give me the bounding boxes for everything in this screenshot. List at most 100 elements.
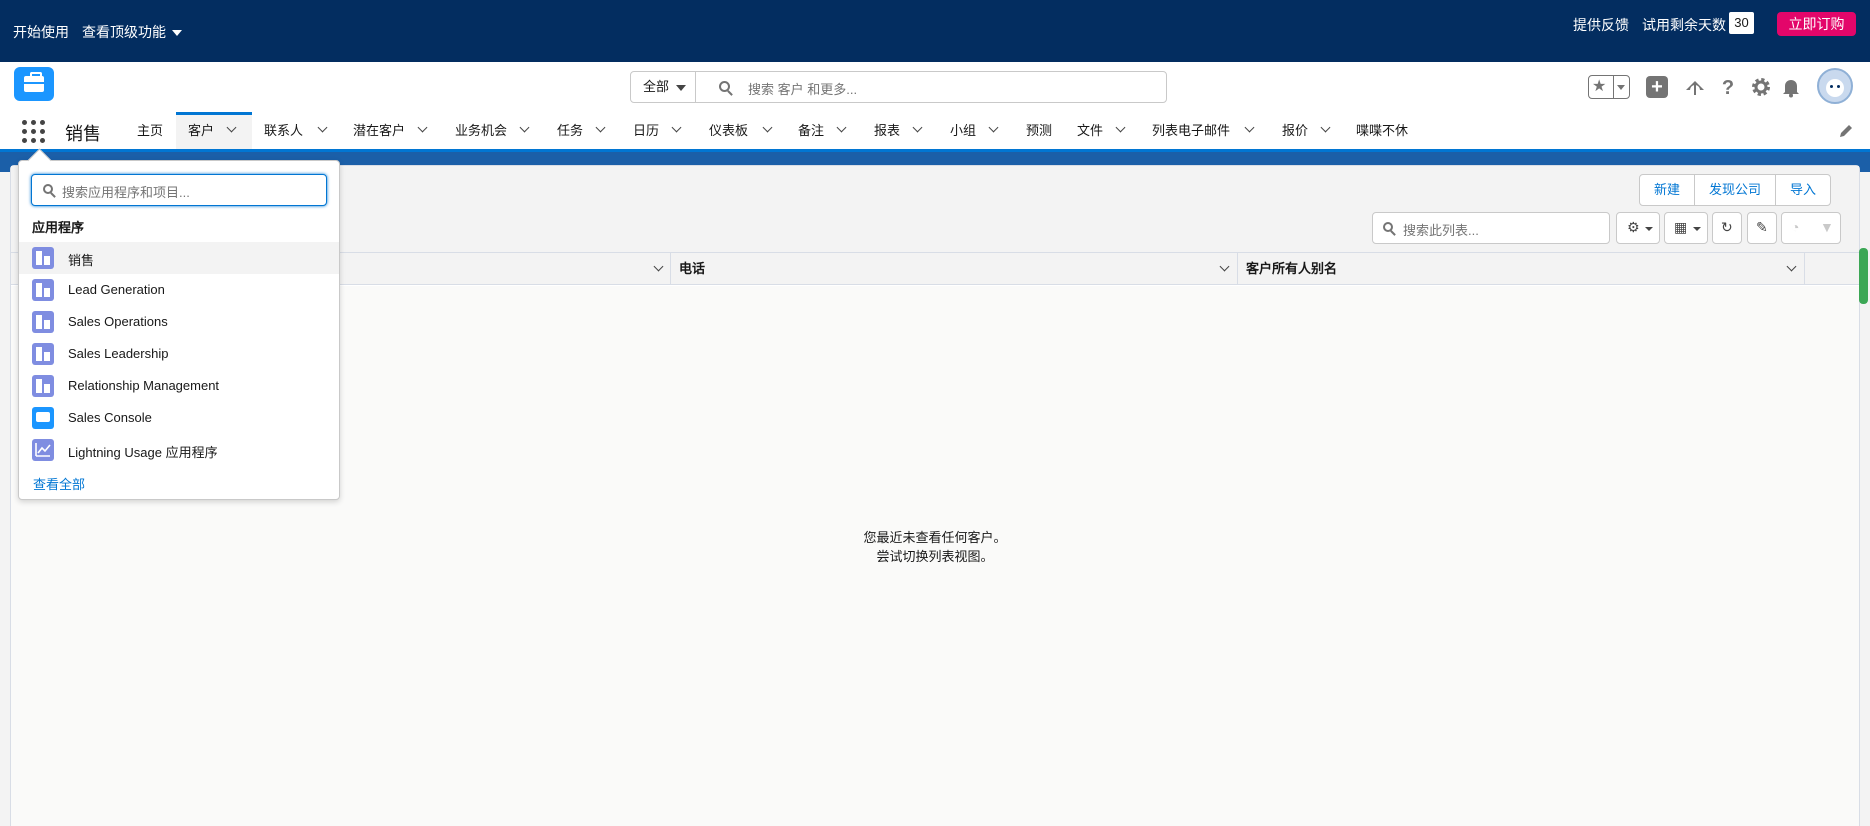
tile-shape — [44, 256, 50, 265]
app-tile-icon — [32, 247, 54, 269]
chevron-down-icon — [1617, 85, 1625, 90]
nav-item-home[interactable]: 主页 — [137, 112, 163, 149]
app-item-lead-generation[interactable]: Lead Generation — [19, 274, 339, 306]
nav-item-label: 备注 — [798, 123, 825, 138]
chevron-down-icon — [417, 122, 428, 133]
search-icon — [43, 184, 53, 194]
nav-item-label: 客户 — [188, 123, 215, 138]
list-settings-button[interactable]: ⚙ — [1616, 212, 1660, 244]
chevron-down-icon — [988, 122, 999, 133]
import-button[interactable]: 导入 — [1776, 175, 1830, 205]
app-launcher-grid-icon[interactable] — [22, 120, 46, 144]
nav-item-calendar[interactable]: 日历 — [633, 112, 685, 149]
chevron-down-icon — [595, 122, 606, 133]
chevron-down-icon — [1786, 261, 1797, 272]
nav-item-accounts[interactable]: 客户 — [176, 112, 252, 149]
app-launcher-search-input[interactable]: 搜索应用程序和项目... — [31, 174, 327, 206]
dot — [22, 129, 27, 134]
dot — [40, 138, 45, 143]
app-item-sales-operations[interactable]: Sales Operations — [19, 306, 339, 338]
app-item-label: Sales Console — [68, 410, 152, 425]
nav-item-label: 报价 — [1282, 123, 1309, 138]
favorites-button[interactable]: ★ — [1588, 75, 1630, 99]
app-item-label: Sales Leadership — [68, 346, 169, 361]
nav-item-forecasts[interactable]: 预测 — [1026, 112, 1052, 149]
app-item-lightning-usage[interactable]: Lightning Usage 应用程序 — [19, 434, 339, 466]
top-features-menu[interactable]: 查看顶级功能 — [82, 22, 182, 42]
global-actions-plus-icon[interactable]: + — [1646, 76, 1668, 98]
chevron-down-icon — [653, 261, 664, 272]
app-item-sales-console[interactable]: Sales Console — [19, 402, 339, 434]
column-header-label: 电话 — [679, 261, 706, 276]
user-avatar[interactable] — [1817, 68, 1853, 104]
list-search-input[interactable]: 搜索此列表... — [1372, 212, 1610, 244]
app-tile-icon — [32, 439, 54, 461]
refresh-icon: ↻ — [1721, 219, 1733, 235]
app-item-sales[interactable]: 销售 — [19, 242, 339, 274]
nav-item-label: 小组 — [950, 123, 977, 138]
discover-companies-button[interactable]: 发现公司 — [1695, 175, 1777, 205]
nav-item-leads[interactable]: 潜在客户 — [353, 112, 431, 149]
nav-item-notes[interactable]: 备注 — [798, 112, 850, 149]
scrollbar-thumb[interactable] — [1859, 248, 1868, 304]
nav-item-list-emails[interactable]: 列表电子邮件 — [1152, 112, 1256, 149]
chevron-down-icon — [1115, 122, 1126, 133]
dot — [22, 120, 27, 125]
chevron-down-icon — [836, 122, 847, 133]
nav-item-contacts[interactable]: 联系人 — [264, 112, 330, 149]
empty-state-message: 您最近未查看任何客户。 尝试切换列表视图。 — [11, 528, 1859, 566]
app-tile-icon — [32, 279, 54, 301]
trailhead-icon[interactable] — [1683, 75, 1707, 99]
display-as-button[interactable]: ▦ — [1664, 212, 1708, 244]
get-started-link[interactable]: 开始使用 — [13, 22, 69, 42]
chevron-down-icon — [762, 122, 773, 133]
nav-item-quotes[interactable]: 报价 — [1282, 112, 1334, 149]
column-header-label: 客户所有人别名 — [1246, 261, 1338, 276]
nav-item-label: 日历 — [633, 123, 660, 138]
tile-shape — [36, 283, 42, 297]
nav-item-tasks[interactable]: 任务 — [557, 112, 609, 149]
global-search-input[interactable]: 搜索 客户 和更多... — [695, 71, 1167, 103]
app-tile-icon — [32, 407, 54, 429]
global-search-placeholder: 搜索 客户 和更多... — [748, 82, 858, 97]
column-header-phone[interactable]: 电话 — [671, 253, 1238, 285]
empty-state-line-2: 尝试切换列表视图。 — [876, 549, 994, 564]
app-name: 销售 — [65, 124, 101, 144]
nav-item-chatter[interactable]: 喋喋不休 — [1356, 112, 1408, 149]
view-all-link[interactable]: 查看全部 — [33, 474, 85, 493]
edit-list-button[interactable]: ✎ — [1747, 212, 1777, 244]
app-item-label: 销售 — [68, 253, 95, 268]
nav-item-files[interactable]: 文件 — [1077, 112, 1129, 149]
feedback-link[interactable]: 提供反馈 — [1573, 15, 1629, 35]
list-action-buttons: 新建 发现公司 导入 — [1639, 174, 1832, 206]
nav-item-groups[interactable]: 小组 — [950, 112, 1002, 149]
nav-item-reports[interactable]: 报表 — [874, 112, 926, 149]
refresh-button[interactable]: ↻ — [1712, 212, 1742, 244]
nav-item-label: 业务机会 — [455, 123, 508, 138]
new-button[interactable]: 新建 — [1640, 175, 1696, 205]
app-item-sales-leadership[interactable]: Sales Leadership — [19, 338, 339, 370]
nav-item-label: 喋喋不休 — [1356, 123, 1409, 138]
column-header-owner-alias[interactable]: 客户所有人别名 — [1238, 253, 1805, 285]
trial-days-label: 试用剩余天数 — [1642, 17, 1726, 33]
help-icon[interactable]: ? — [1716, 75, 1740, 99]
edit-nav-pencil-icon[interactable] — [1838, 123, 1854, 139]
star-icon: ★ — [1592, 78, 1607, 95]
dot — [31, 129, 36, 134]
nav-item-label: 联系人 — [264, 123, 304, 138]
buy-now-button[interactable]: 立即订购 — [1777, 12, 1856, 36]
nav-item-dashboards[interactable]: 仪表板 — [709, 112, 775, 149]
chevron-down-icon — [519, 122, 530, 133]
dot — [22, 138, 27, 143]
nav-item-opportunities[interactable]: 业务机会 — [455, 112, 533, 149]
list-search-placeholder: 搜索此列表... — [1403, 223, 1479, 238]
gear-icon[interactable] — [1749, 75, 1773, 99]
search-icon — [719, 81, 730, 92]
line-chart-icon — [35, 443, 51, 457]
search-icon — [1383, 222, 1393, 232]
tile-shape — [36, 315, 42, 329]
chart-icon: ◔ — [1791, 219, 1800, 235]
app-item-relationship-management[interactable]: Relationship Management — [19, 370, 339, 402]
search-scope-select[interactable]: 全部 — [630, 71, 696, 103]
bell-icon[interactable] — [1779, 75, 1803, 99]
